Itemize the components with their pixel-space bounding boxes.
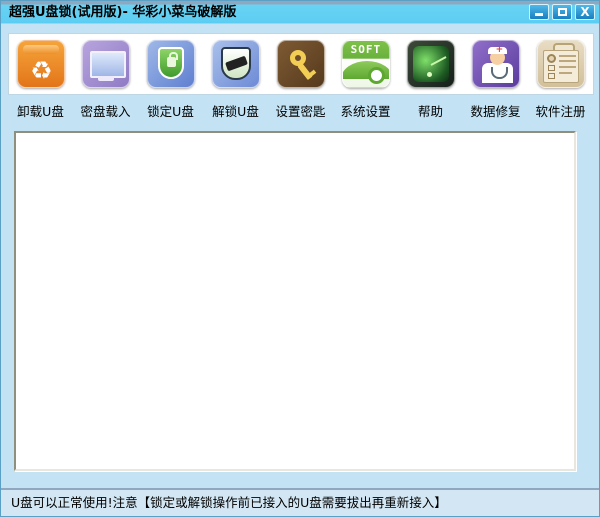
toolbar-label-register[interactable]: 软件注册 — [528, 101, 593, 120]
close-button[interactable]: X — [575, 4, 595, 20]
toolbar-label-set-key[interactable]: 设置密匙 — [268, 101, 333, 120]
shield-lock-icon — [147, 40, 196, 88]
red-cross-icon: + — [495, 45, 504, 55]
recycle-lid — [23, 45, 60, 54]
checkbox-glyph — [547, 65, 555, 71]
maximize-button[interactable] — [552, 4, 572, 20]
toolbar-label-system-settings[interactable]: 系统设置 — [333, 101, 398, 120]
text-line — [558, 66, 576, 68]
toolbar: ♻ SOFT + — [8, 33, 594, 95]
key-head — [290, 50, 306, 66]
radar-screen — [412, 46, 449, 82]
lock-glyph — [167, 52, 179, 67]
toolbar-label-unlock-udisk[interactable]: 解锁U盘 — [203, 101, 268, 120]
toolbar-button-unload-udisk[interactable]: ♻ — [9, 40, 74, 88]
toolbar-button-unlock-udisk[interactable] — [204, 40, 269, 88]
toolbar-button-help[interactable] — [398, 40, 463, 88]
toolbar-label-load-secret-disk[interactable]: 密盘载入 — [73, 101, 138, 120]
gear-glyph — [546, 54, 556, 63]
recycle-bin-icon: ♻ — [17, 40, 66, 88]
toolbar-button-register[interactable] — [528, 40, 593, 88]
status-message: U盘可以正常使用!注意【锁定或解锁操作前已接入的U盘需要拔出再重新接入】 — [11, 495, 447, 510]
toolbar-button-set-key[interactable] — [269, 40, 334, 88]
toolbar-button-system-settings[interactable]: SOFT — [333, 40, 398, 88]
key-icon — [277, 40, 325, 88]
window-controls: X — [529, 4, 595, 20]
soft-gear-icon: SOFT — [341, 40, 390, 88]
recycle-symbol: ♻ — [30, 56, 53, 85]
usb-shield-icon — [212, 40, 261, 88]
doctor-icon: + — [471, 40, 520, 88]
radar-sweep — [430, 56, 447, 66]
minimize-button[interactable] — [529, 4, 549, 20]
title-bar: 超强U盘锁(试用版)- 华彩小菜鸟破解版 X — [1, 1, 599, 24]
toolbar-label-unload-udisk[interactable]: 卸载U盘 — [8, 101, 73, 120]
checkbox-glyph — [547, 73, 555, 79]
toolbar-button-load-secret-disk[interactable] — [74, 40, 139, 88]
toolbar-button-data-repair[interactable]: + — [463, 40, 528, 88]
clipboard-register-icon — [536, 40, 585, 88]
soft-label: SOFT — [350, 43, 382, 56]
monitor-icon — [82, 40, 131, 88]
monitor-screen — [90, 51, 127, 78]
main-content-area[interactable] — [14, 131, 576, 471]
status-bar: U盘可以正常使用!注意【锁定或解锁操作前已接入的U盘需要拔出再重新接入】 — [1, 488, 599, 516]
toolbar-label-lock-udisk[interactable]: 锁定U盘 — [138, 101, 203, 120]
text-line — [558, 72, 572, 74]
text-line — [558, 55, 576, 57]
monitor-base — [98, 76, 115, 81]
toolbar-label-help[interactable]: 帮助 — [398, 101, 463, 120]
minimize-icon — [535, 13, 543, 16]
application-window: 超强U盘锁(试用版)- 华彩小菜鸟破解版 X ♻ SOFT + 卸载U盘 密盘载… — [0, 0, 600, 517]
window-title: 超强U盘锁(试用版)- 华彩小菜鸟破解版 — [9, 4, 237, 20]
text-line — [558, 60, 576, 62]
toolbar-labels: 卸载U盘 密盘载入 锁定U盘 解锁U盘 设置密匙 系统设置 帮助 数据修复 软件… — [8, 100, 594, 120]
maximize-icon — [557, 8, 567, 16]
close-icon: X — [580, 5, 590, 19]
radar-icon — [406, 40, 455, 88]
gear-glyph — [367, 67, 385, 84]
toolbar-label-data-repair[interactable]: 数据修复 — [463, 101, 528, 120]
toolbar-button-lock-udisk[interactable] — [139, 40, 204, 88]
radar-blip — [426, 72, 432, 77]
